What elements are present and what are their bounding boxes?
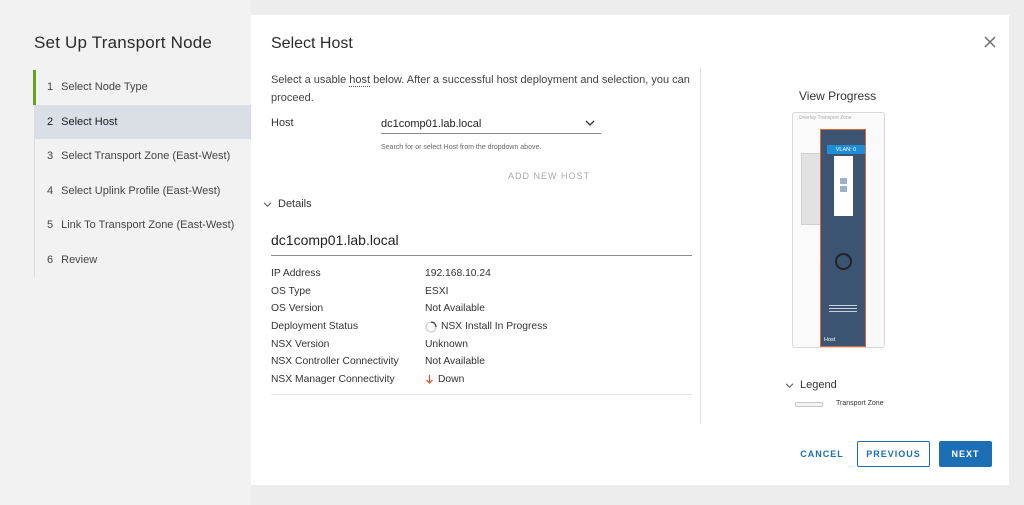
detail-value: NSX Install In Progress <box>441 321 548 333</box>
step-label: Select Uplink Profile (East-West) <box>61 184 221 197</box>
step-review[interactable]: 6 Review <box>35 243 251 278</box>
detail-row-deployment-status: Deployment Status NSX Install In Progres… <box>271 318 547 336</box>
close-icon[interactable] <box>983 35 997 49</box>
host-select-value: dc1comp01.lab.local <box>381 118 482 130</box>
step-label: Review <box>61 253 98 266</box>
detail-row-nsx-version: NSX Version Unknown <box>271 335 547 353</box>
host-label: Host <box>271 117 294 129</box>
intro-text-start: Select a usable <box>271 74 350 86</box>
detail-value-with-icon: Down <box>425 374 464 385</box>
details-toggle[interactable]: Details <box>263 198 312 210</box>
add-new-host-button[interactable]: ADD NEW HOST <box>508 171 590 181</box>
detail-key: NSX Manager Connectivity <box>271 373 395 385</box>
step-number: 5 <box>47 219 54 232</box>
detail-row-manager-connectivity: NSX Manager Connectivity Down <box>271 371 547 389</box>
legend-toggle[interactable]: Legend <box>785 379 837 391</box>
step-number: 1 <box>47 81 54 94</box>
detail-value: 192.168.10.24 <box>425 268 491 280</box>
cancel-button[interactable]: CANCEL <box>792 441 852 467</box>
detail-key: OS Type <box>271 285 311 297</box>
detail-value: Not Available <box>425 356 485 368</box>
host-hint: Search for or select Host from the dropd… <box>381 144 542 151</box>
divider <box>271 394 692 395</box>
progress-title: View Progress <box>799 89 877 103</box>
next-button[interactable]: NEXT <box>939 441 992 467</box>
step-label: Select Transport Zone (East-West) <box>61 150 231 163</box>
step-number: 6 <box>47 253 54 266</box>
legend-item-label: Transport Zone <box>836 400 884 407</box>
wizard-steps: 1 Select Node Type 2 Select Host 3 Selec… <box>33 70 251 278</box>
step-number: 4 <box>47 184 54 197</box>
spinner-icon <box>425 320 437 333</box>
main-panel: Select Host Select a usable host below. … <box>251 15 1009 485</box>
step-label: Select Node Type <box>61 81 148 94</box>
detail-key: NSX Version <box>271 338 330 350</box>
detail-row-os-version: OS Version Not Available <box>271 300 547 318</box>
details-title: dc1comp01.lab.local <box>271 232 399 248</box>
detail-value: ESXI <box>425 285 449 297</box>
host-vent-lines <box>829 305 857 314</box>
detail-key: NSX Controller Connectivity <box>271 356 399 368</box>
wizard-sidebar: Set Up Transport Node 1 Select Node Type… <box>0 0 251 505</box>
step-number: 3 <box>47 150 54 163</box>
detail-value: Unknown <box>425 338 468 350</box>
chevron-down-icon <box>785 382 794 388</box>
step-select-transport-zone[interactable]: 3 Select Transport Zone (East-West) <box>35 139 251 174</box>
step-link-transport-zone[interactable]: 5 Link To Transport Zone (East-West) <box>35 208 251 243</box>
step-select-host[interactable]: 2 Select Host <box>35 104 251 139</box>
nic-icon <box>840 178 847 192</box>
step-select-node-type[interactable]: 1 Select Node Type <box>33 70 251 105</box>
host-status-ring <box>835 253 852 270</box>
previous-button[interactable]: PREVIOUS <box>857 441 930 467</box>
detail-value: Down <box>438 373 465 385</box>
vlan-tag: VLAN: 0 <box>827 145 865 154</box>
host-select[interactable]: dc1comp01.lab.local <box>381 115 601 134</box>
step-label: Select Host <box>61 115 118 128</box>
detail-value-with-icon: NSX Install In Progress <box>425 320 548 333</box>
arrow-down-icon <box>426 375 433 385</box>
host-node-label: Host <box>824 337 836 343</box>
vertical-divider <box>700 68 701 424</box>
detail-key: IP Address <box>271 268 321 280</box>
detail-row-os-type: OS Type ESXI <box>271 283 547 301</box>
host-slot <box>834 156 853 216</box>
progress-diagram: Overlay Transport Zone VLAN: 0 Host <box>792 112 885 348</box>
host-term: host <box>349 74 371 87</box>
detail-row-ip-address: IP Address 192.168.10.24 <box>271 265 547 283</box>
chevron-down-icon <box>263 201 272 207</box>
transport-zone-stub <box>801 153 821 225</box>
wizard-title: Set Up Transport Node <box>34 33 213 52</box>
detail-value: Not Available <box>425 303 485 315</box>
legend-toggle-label: Legend <box>800 379 837 391</box>
legend-swatch <box>795 402 823 407</box>
intro-text: Select a usable host below. After a succ… <box>271 71 691 107</box>
detail-key: Deployment Status <box>271 321 358 333</box>
detail-row-controller-connectivity: NSX Controller Connectivity Not Availabl… <box>271 353 547 371</box>
transport-zone-label: Overlay Transport Zone <box>799 115 852 121</box>
step-select-uplink-profile[interactable]: 4 Select Uplink Profile (East-West) <box>35 174 251 209</box>
host-details-table: IP Address 192.168.10.24 OS Type ESXI OS… <box>271 265 547 388</box>
host-node: VLAN: 0 Host <box>820 129 866 347</box>
chevron-down-icon[interactable] <box>585 119 595 127</box>
details-toggle-label: Details <box>278 198 312 210</box>
page-title: Select Host <box>271 35 353 52</box>
divider <box>271 255 692 256</box>
step-number: 2 <box>47 115 54 128</box>
detail-key: OS Version <box>271 303 324 315</box>
step-label: Link To Transport Zone (East-West) <box>61 219 235 232</box>
